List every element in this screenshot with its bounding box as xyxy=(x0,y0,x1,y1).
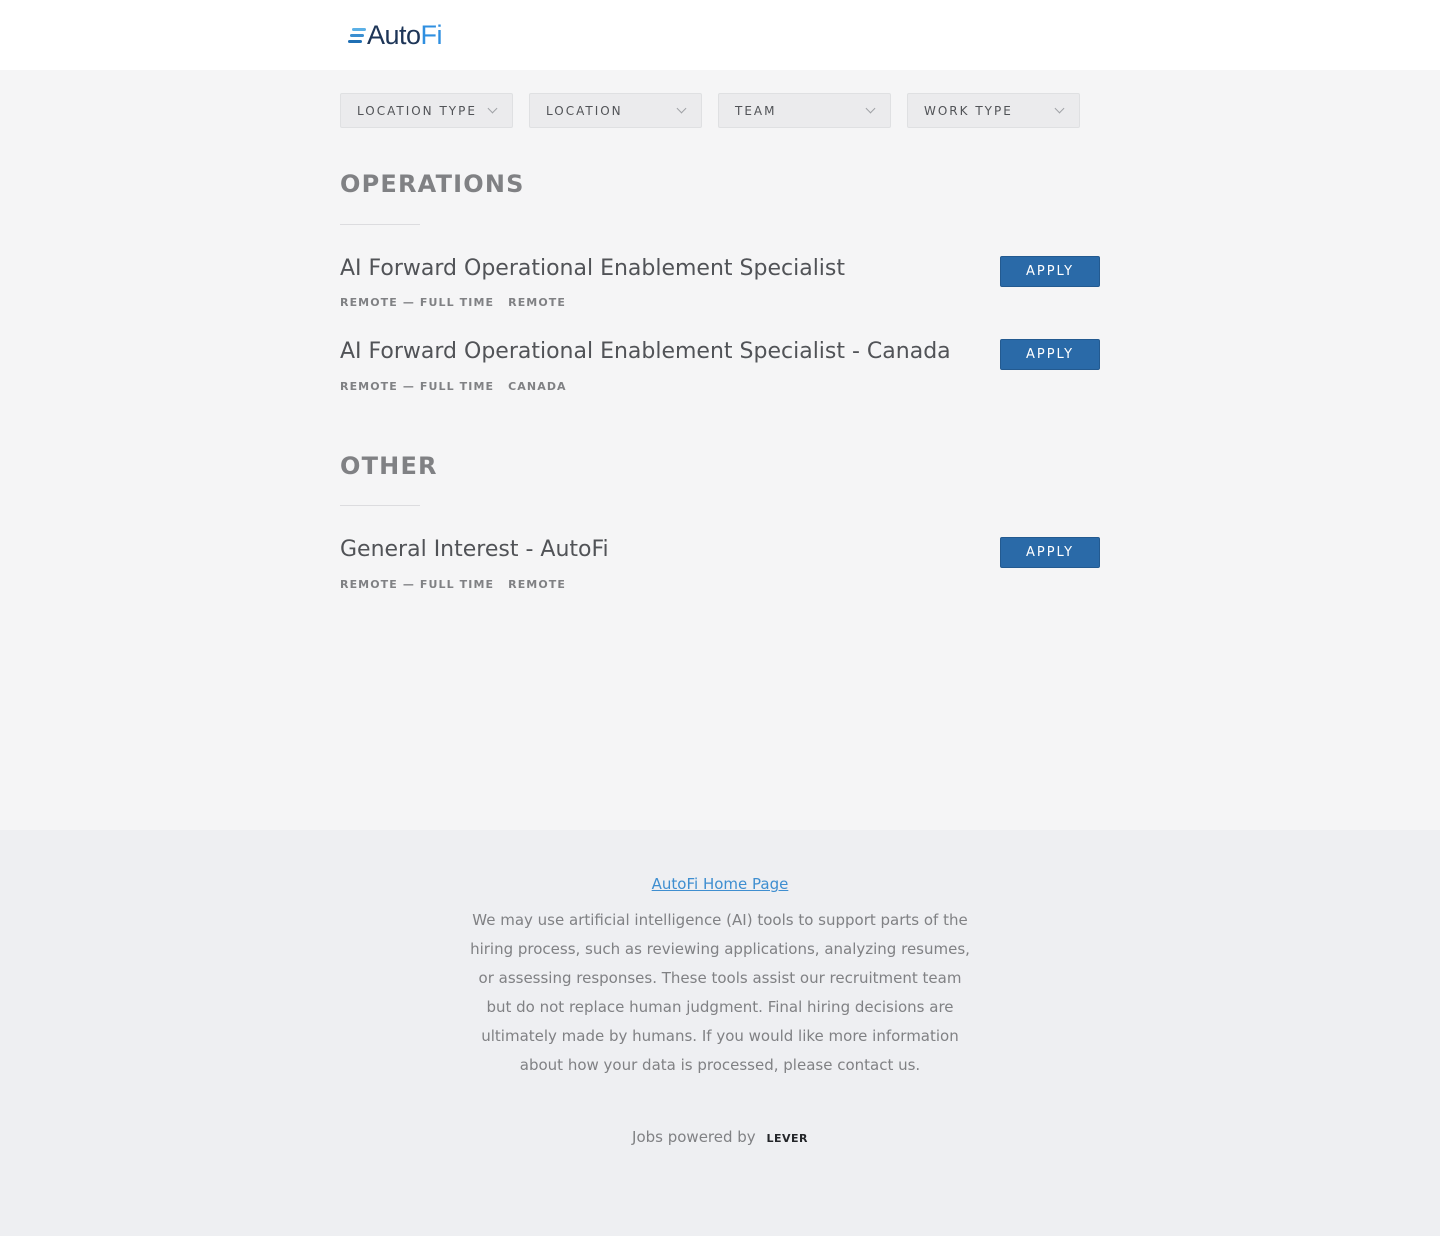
chevron-down-icon xyxy=(487,103,498,114)
filter-label: LOCATION xyxy=(546,103,623,118)
section-divider xyxy=(340,224,420,225)
posting-title[interactable]: AI Forward Operational Enablement Specia… xyxy=(340,339,951,364)
site-header: AutoFi xyxy=(0,0,1440,70)
job-posting: AI Forward Operational Enablement Specia… xyxy=(340,256,1100,316)
filter-team[interactable]: TEAM xyxy=(718,93,891,128)
logo-wordmark: AutoFi xyxy=(367,19,443,51)
job-posting: AI Forward Operational Enablement Specia… xyxy=(340,339,1100,399)
logo-text-fi: Fi xyxy=(420,19,443,50)
section-divider xyxy=(340,505,420,506)
powered-by: Jobs powered by LEVER xyxy=(0,1128,1440,1146)
apply-button[interactable]: APPLY xyxy=(1000,537,1100,568)
section-title-other: OTHER xyxy=(340,452,438,480)
apply-button[interactable]: APPLY xyxy=(1000,256,1100,287)
apply-button[interactable]: APPLY xyxy=(1000,339,1100,370)
job-posting: General Interest - AutoFi REMOTE — FULL … xyxy=(340,537,1100,597)
posting-categories: REMOTE — FULL TIME REMOTE xyxy=(340,578,566,591)
posting-title[interactable]: AI Forward Operational Enablement Specia… xyxy=(340,256,845,281)
posting-location: CANADA xyxy=(508,380,567,393)
posting-commitment: REMOTE — FULL TIME xyxy=(340,578,495,591)
posting-title[interactable]: General Interest - AutoFi xyxy=(340,537,609,562)
site-footer: AutoFi Home Page We may use artificial i… xyxy=(0,830,1440,1236)
posting-location: REMOTE xyxy=(508,578,567,591)
filter-location-type[interactable]: LOCATION TYPE xyxy=(340,93,513,128)
job-listings: LOCATION TYPE LOCATION TEAM WORK TYPE OP… xyxy=(0,70,1440,830)
posting-categories: REMOTE — FULL TIME REMOTE xyxy=(340,296,566,309)
posting-commitment: REMOTE — FULL TIME xyxy=(340,296,495,309)
filter-bar: LOCATION TYPE LOCATION TEAM WORK TYPE xyxy=(340,93,1080,128)
autofi-logo[interactable]: AutoFi xyxy=(348,19,443,51)
chevron-down-icon xyxy=(1054,103,1065,114)
lever-logo[interactable]: LEVER xyxy=(766,1132,808,1145)
filter-location[interactable]: LOCATION xyxy=(529,93,702,128)
ai-disclaimer: We may use artificial intelligence (AI) … xyxy=(470,911,970,1074)
filter-label: LOCATION TYPE xyxy=(357,103,477,118)
chevron-down-icon xyxy=(676,103,687,114)
posting-commitment: REMOTE — FULL TIME xyxy=(340,380,495,393)
powered-by-text: Jobs powered by xyxy=(632,1128,756,1146)
chevron-down-icon xyxy=(865,103,876,114)
section-title-operations: OPERATIONS xyxy=(340,170,525,198)
home-page-link[interactable]: AutoFi Home Page xyxy=(652,875,789,893)
logo-text-auto: Auto xyxy=(367,19,421,50)
filter-work-type[interactable]: WORK TYPE xyxy=(907,93,1080,128)
filter-label: TEAM xyxy=(735,103,777,118)
posting-location: REMOTE xyxy=(508,296,567,309)
filter-label: WORK TYPE xyxy=(924,103,1013,118)
posting-categories: REMOTE — FULL TIME CANADA xyxy=(340,380,567,393)
autofi-lines-icon xyxy=(348,26,366,44)
home-page-link-row: AutoFi Home Page xyxy=(0,875,1440,893)
